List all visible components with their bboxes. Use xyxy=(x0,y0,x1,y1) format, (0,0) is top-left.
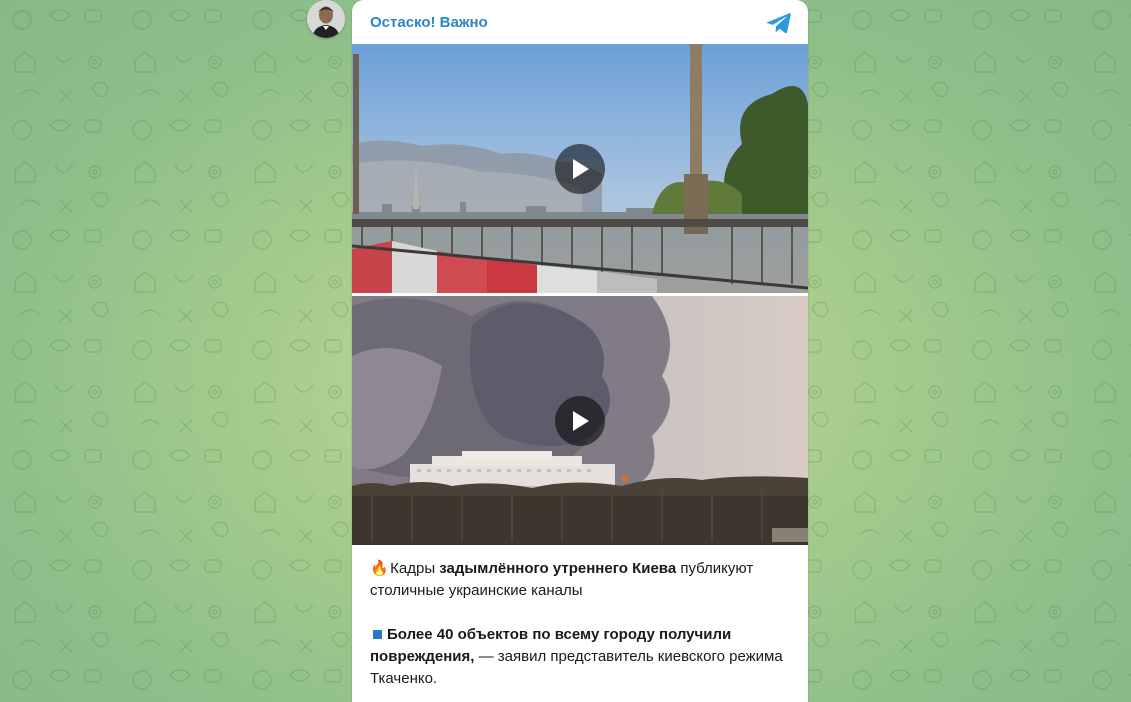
channel-post: Остаско! Важно 🔥 Кадры задымлённого утре… xyxy=(352,0,808,702)
caption-paragraph-2: Более 40 объектов по всему городу получи… xyxy=(370,624,790,690)
play-button-2[interactable] xyxy=(555,396,605,446)
channel-avatar[interactable] xyxy=(307,0,345,38)
caption-paragraph-1: 🔥 Кадры задымлённого утреннего Киева пуб… xyxy=(370,558,790,602)
video-thumbnail-1[interactable] xyxy=(352,44,808,293)
caption-text: Кадры xyxy=(386,560,440,577)
fire-icon: 🔥 xyxy=(370,560,389,577)
play-icon xyxy=(573,159,589,179)
play-button-1[interactable] xyxy=(555,144,605,194)
channel-name[interactable]: Остаско! Важно xyxy=(370,14,488,31)
avatar-image xyxy=(307,0,345,38)
video-thumbnail-2[interactable] xyxy=(352,296,808,545)
play-icon xyxy=(573,411,589,431)
blue-square-icon xyxy=(373,629,382,639)
post-header: Остаско! Важно xyxy=(352,0,808,44)
caption-bold-text: задымлённого утреннего Киева xyxy=(439,560,677,577)
post-caption: 🔥 Кадры задымлённого утреннего Киева пуб… xyxy=(370,558,790,702)
telegram-plane-icon[interactable] xyxy=(766,11,792,35)
